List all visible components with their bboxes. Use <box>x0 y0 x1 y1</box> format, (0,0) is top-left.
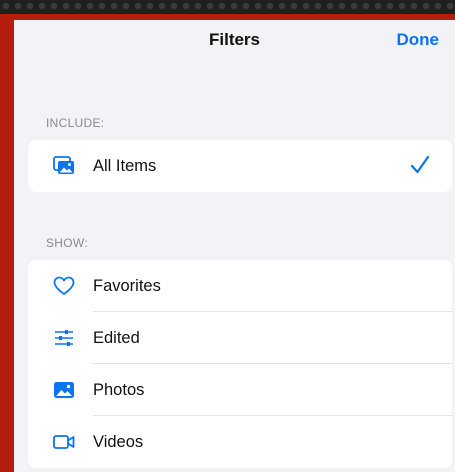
photos-label: Photos <box>93 381 145 399</box>
sliders-icon <box>55 330 73 346</box>
edited-label: Edited <box>93 329 140 347</box>
photo-icon <box>54 382 74 398</box>
videos-label: Videos <box>93 433 144 451</box>
include-group: All Items <box>28 140 452 192</box>
photo-stack-icon <box>53 156 74 174</box>
all-items-row[interactable]: All Items <box>28 140 452 192</box>
favorites-label: Favorites <box>93 277 161 295</box>
heart-icon <box>53 276 75 295</box>
photos-row[interactable]: Photos <box>28 364 452 416</box>
edited-row[interactable]: Edited <box>28 312 452 364</box>
done-button[interactable]: Done <box>397 30 440 50</box>
include-section-header: INCLUDE: <box>46 116 105 130</box>
all-items-label: All Items <box>93 157 157 175</box>
show-section-header: SHOW: <box>46 236 88 250</box>
video-camera-icon <box>53 435 75 449</box>
videos-row[interactable]: Videos <box>28 416 452 468</box>
navigation-bar: Filters Done <box>14 20 455 66</box>
show-group: Favorites Edited Photos Videos <box>28 260 452 468</box>
favorites-row[interactable]: Favorites <box>28 260 452 312</box>
page-title: Filters <box>208 30 261 49</box>
checkmark-icon <box>410 155 430 174</box>
filters-sheet: Filters Done INCLUDE: All Items SHOW: Fa… <box>14 20 455 472</box>
